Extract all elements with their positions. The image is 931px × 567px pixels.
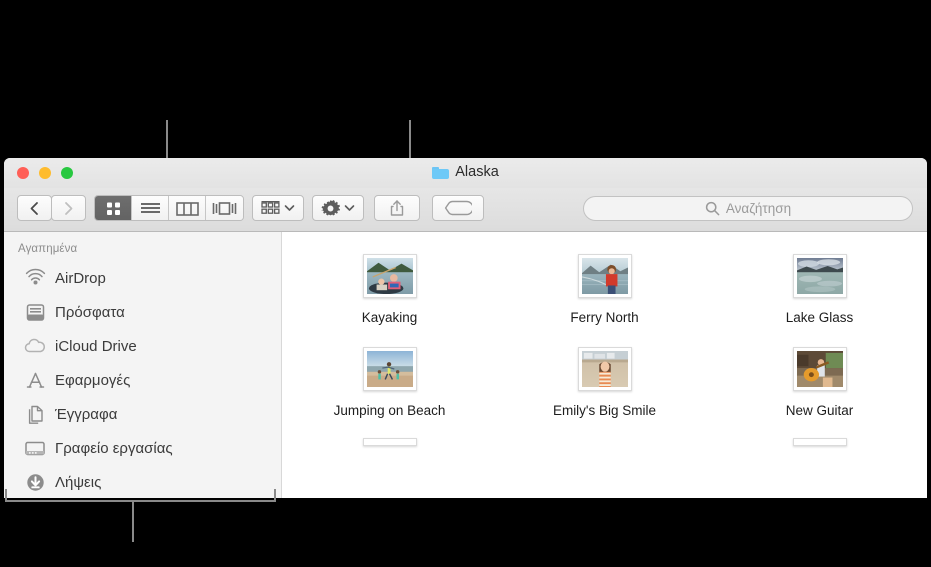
file-row: Jumping on Beach Emily's Big Smile New G…	[282, 339, 927, 418]
file-item-partial[interactable]	[712, 430, 927, 446]
sidebar-item-downloads[interactable]: Λήψεις	[4, 465, 281, 498]
sidebar: Αγαπημένα AirDrop Πρόσφατα iCloud Drive …	[4, 232, 282, 498]
file-item-new-guitar[interactable]: New Guitar	[712, 339, 927, 418]
cloud-icon	[24, 335, 46, 357]
file-item-ferry-north[interactable]: Ferry North	[497, 246, 712, 325]
callout-sidebar-bracket	[5, 500, 276, 502]
file-row: Kayaking Ferry North Lake Glass	[282, 246, 927, 325]
sidebar-item-label: iCloud Drive	[55, 337, 137, 355]
file-label: Lake Glass	[785, 310, 854, 325]
file-label: Ferry North	[570, 310, 639, 325]
window-title: Alaska	[4, 164, 927, 180]
back-button[interactable]	[17, 195, 52, 221]
window-titlebar: Alaska	[4, 158, 927, 188]
search-icon	[705, 201, 720, 216]
list-icon	[140, 202, 160, 213]
file-label: New Guitar	[785, 403, 854, 418]
new-guitar-photo	[796, 351, 843, 387]
forward-button[interactable]	[51, 195, 86, 221]
sidebar-item-icloud-drive[interactable]: iCloud Drive	[4, 329, 281, 363]
view-mode-group[interactable]	[94, 195, 244, 221]
sidebar-item-recents[interactable]: Πρόσφατα	[4, 295, 281, 329]
sidebar-item-label: Λήψεις	[55, 473, 102, 491]
callout-sidebar-right-tick	[274, 489, 276, 502]
gear-icon	[321, 199, 340, 216]
file-item-lake-glass[interactable]: Lake Glass	[712, 246, 927, 325]
file-item-partial[interactable]	[282, 430, 497, 446]
sidebar-item-label: Γραφείο εργασίας	[55, 439, 173, 457]
share-button[interactable]	[374, 195, 420, 221]
window-body: Αγαπημένα AirDrop Πρόσφατα iCloud Drive …	[4, 232, 927, 498]
thumbnail	[362, 438, 417, 446]
thumbnail	[792, 438, 847, 446]
view-mode-gallery-button[interactable]	[206, 196, 243, 220]
tags-button[interactable]	[432, 195, 484, 221]
thumbnail	[577, 254, 632, 298]
sidebar-item-airdrop[interactable]: AirDrop	[4, 261, 281, 295]
finder-window: Alaska Αναζήτηση Αγαπημένα AirDrop Πρόσφ…	[4, 158, 927, 498]
file-item-jumping-on-beach[interactable]: Jumping on Beach	[282, 339, 497, 418]
view-mode-column-button[interactable]	[169, 196, 206, 220]
view-mode-list-button[interactable]	[132, 196, 169, 220]
emilys-big-smile-photo	[581, 351, 628, 387]
callout-sidebar-stem	[132, 500, 134, 542]
thumbnail	[792, 254, 847, 298]
sidebar-item-label: Εφαρμογές	[55, 371, 131, 389]
thumbnail	[792, 347, 847, 391]
arrange-button[interactable]	[252, 195, 304, 221]
documents-icon	[24, 403, 46, 425]
file-item-emilys-big-smile[interactable]: Emily's Big Smile	[497, 339, 712, 418]
applications-icon	[24, 369, 46, 391]
tag-icon	[444, 200, 472, 216]
chevron-down-icon	[344, 205, 355, 211]
file-label: Kayaking	[361, 310, 418, 325]
file-label: Jumping on Beach	[333, 403, 446, 418]
file-label: Emily's Big Smile	[552, 403, 657, 418]
file-item-partial[interactable]	[497, 430, 712, 446]
chevron-left-icon	[30, 201, 38, 215]
sidebar-item-label: Πρόσφατα	[55, 303, 125, 321]
recents-icon	[24, 301, 46, 323]
callout-sidebar-left-tick	[5, 489, 7, 502]
window-title-text: Alaska	[455, 164, 499, 180]
airdrop-icon	[24, 267, 46, 289]
thumbnail	[577, 347, 632, 391]
jumping-on-beach-photo	[366, 351, 413, 387]
desktop-icon	[24, 437, 46, 459]
thumbnail	[362, 254, 417, 298]
sidebar-item-desktop[interactable]: Γραφείο εργασίας	[4, 431, 281, 465]
sidebar-item-label: Έγγραφα	[55, 405, 118, 423]
search-placeholder: Αναζήτηση	[725, 201, 792, 216]
downloads-icon	[24, 471, 46, 493]
action-button[interactable]	[312, 195, 364, 221]
sidebar-item-label: AirDrop	[55, 269, 106, 287]
finder-toolbar: Αναζήτηση	[4, 188, 927, 232]
file-row-partial	[282, 430, 927, 446]
chevron-down-icon	[284, 205, 295, 211]
columns-icon	[175, 201, 199, 216]
sidebar-section-header: Αγαπημένα	[18, 243, 78, 255]
search-input[interactable]: Αναζήτηση	[583, 196, 913, 221]
arrange-grid-icon	[261, 200, 280, 214]
sidebar-item-applications[interactable]: Εφαρμογές	[4, 363, 281, 397]
view-mode-icon-button[interactable]	[95, 196, 132, 220]
lake-glass-photo	[796, 258, 843, 294]
folder-icon	[432, 166, 450, 179]
ferry-north-photo	[581, 258, 628, 294]
kayaking-photo	[366, 258, 413, 294]
coverflow-icon	[212, 201, 237, 215]
sidebar-item-documents[interactable]: Έγγραφα	[4, 397, 281, 431]
screenshot-stage: Alaska Αναζήτηση Αγαπημένα AirDrop Πρόσφ…	[0, 0, 931, 567]
share-upload-icon	[390, 200, 404, 216]
grid-icon	[106, 202, 120, 215]
thumbnail	[362, 347, 417, 391]
file-grid: Kayaking Ferry North Lake Glass Jumping …	[282, 232, 927, 498]
chevron-right-icon	[65, 201, 73, 215]
file-item-kayaking[interactable]: Kayaking	[282, 246, 497, 325]
